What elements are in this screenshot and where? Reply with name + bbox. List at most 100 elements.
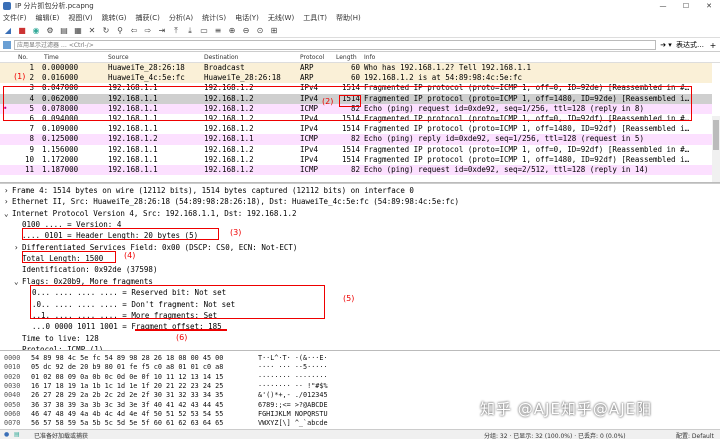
menu-view[interactable]: 视图(V) (68, 13, 92, 23)
packet-row[interactable]: 10 1.172000 192.168.1.1 192.168.1.2 IPv4 1514… (0, 154, 712, 165)
column-destination[interactable]: Destination (204, 54, 238, 61)
packet-protocol: IPv4 (300, 124, 319, 134)
menu-edit[interactable]: 编辑(E) (36, 13, 60, 23)
maximize-button[interactable]: ☐ (675, 0, 697, 12)
go-back-icon[interactable]: ⇦ (129, 26, 139, 36)
annotation-box-total-length (22, 251, 116, 263)
restart-capture-icon[interactable]: ◉ (31, 26, 41, 36)
hex-row[interactable]: 0070 56 57 58 59 5a 5b 5c 5d 5e 5f 60 61 … (0, 419, 720, 428)
packet-list-header: No. Time Source Destination Protocol Len… (0, 53, 720, 63)
go-last-icon[interactable]: ⤓ (185, 26, 195, 36)
display-filter-input[interactable] (14, 40, 656, 50)
close-button[interactable]: ✕ (698, 0, 720, 12)
packet-source: HuaweiTe_28:26:18 (108, 63, 185, 72)
packet-row[interactable]: 8 0.125000 192.168.1.2 192.168.1.1 ICMP 82 Ech… (0, 134, 712, 145)
menu-statistics[interactable]: 统计(S) (202, 13, 226, 23)
column-source[interactable]: Source (108, 54, 129, 61)
bookmark-filter-icon[interactable] (3, 41, 11, 49)
packet-protocol: ARP (300, 73, 314, 83)
zoom-reset-icon[interactable]: ⊙ (255, 26, 265, 36)
detail-row[interactable]: Time to live: 128 (14, 334, 99, 344)
capture-file-icon[interactable]: ▤ (14, 431, 20, 438)
colorize-icon[interactable]: ≡ (213, 26, 223, 36)
go-forward-icon[interactable]: ⇨ (143, 26, 153, 36)
detail-row[interactable]: › Ethernet II, Src: HuaweiTe_28:26:18 (54… (4, 197, 459, 207)
close-file-icon[interactable]: ✕ (87, 26, 97, 36)
menu-go[interactable]: 跳转(G) (102, 13, 127, 23)
menu-wireless[interactable]: 无线(W) (268, 13, 294, 23)
menu-telephony[interactable]: 电话(Y) (235, 13, 259, 23)
menu-analyze[interactable]: 分析(A) (169, 13, 193, 23)
menu-tools[interactable]: 工具(T) (303, 13, 327, 23)
menu-capture[interactable]: 捕获(C) (136, 13, 160, 23)
resize-columns-icon[interactable]: ⊞ (269, 26, 279, 36)
save-file-icon[interactable]: ▦ (73, 26, 83, 36)
expand-toggle-icon[interactable]: ⌄ (14, 277, 22, 286)
hex-row[interactable]: 0000 54 89 98 4c 5e fc 54 89 98 28 26 18 … (0, 354, 720, 363)
reload-icon[interactable]: ↻ (101, 26, 111, 36)
profile-label[interactable]: 配置: Default (676, 431, 714, 439)
annotation-box-flags (30, 285, 325, 319)
minimize-button[interactable]: — (652, 0, 674, 12)
zoom-out-icon[interactable]: ⊖ (241, 26, 251, 36)
expand-toggle-icon[interactable]: › (14, 243, 22, 252)
expand-toggle-icon[interactable]: ⌄ (4, 209, 12, 218)
hex-offset: 0010 (4, 363, 21, 372)
annotation-1: (1) (14, 72, 26, 81)
packet-row[interactable]: 2 0.016000 HuaweiTe_4c:5e:fc HuaweiTe_28:26… (0, 73, 712, 84)
find-packet-icon[interactable]: ⚲ (115, 26, 125, 36)
stop-capture-icon[interactable]: ■ (17, 26, 27, 36)
packet-protocol: IPv4 (300, 154, 319, 164)
packet-destination: 192.168.1.2 (204, 144, 254, 154)
zoom-in-icon[interactable]: ⊕ (227, 26, 237, 36)
apply-filter-button[interactable]: ➔ ▾ (656, 41, 676, 49)
go-first-icon[interactable]: ⤒ (171, 26, 181, 36)
detail-row[interactable]: ⌄ Internet Protocol Version 4, Src: 192.1… (4, 209, 296, 219)
hex-ascii: VWXYZ[\] ^_`abcde (258, 419, 328, 428)
add-filter-button[interactable]: + (706, 41, 720, 50)
column-no[interactable]: No. (18, 54, 28, 61)
pane-divider[interactable] (0, 183, 720, 184)
menu-help[interactable]: 帮助(H) (336, 13, 361, 23)
expand-toggle-icon[interactable]: › (4, 197, 12, 206)
packet-protocol: ICMP (300, 165, 319, 174)
hex-row[interactable]: 0030 16 17 18 19 1a 1b 1c 1d 1e 1f 20 21 … (0, 382, 720, 391)
column-info[interactable]: Info (364, 54, 375, 61)
packet-row[interactable]: 11 1.187000 192.168.1.1 192.168.1.2 ICMP 82 Ec… (0, 165, 712, 176)
hex-row[interactable]: 0020 01 02 08 09 0a 0b 0c 0d 0e 0f 10 11 … (0, 373, 720, 382)
packet-destination: 192.168.1.2 (204, 154, 254, 164)
hex-ascii: ········ ········ (258, 372, 328, 381)
packet-row[interactable]: 7 0.109000 192.168.1.1 192.168.1.2 IPv4 1514 F… (0, 124, 712, 135)
hex-offset: 0040 (4, 391, 21, 400)
hex-row[interactable]: 0010 05 dc 92 de 20 b9 80 01 fe f5 c0 a8 … (0, 363, 720, 372)
packet-length: 82 (350, 134, 360, 144)
packet-details: › Frame 4: 1514 bytes on wire (12112 bits… (0, 185, 720, 351)
autoscroll-icon[interactable]: ▭ (199, 26, 209, 36)
hex-offset: 0050 (4, 400, 21, 409)
packet-destination: 192.168.1.1 (204, 134, 254, 144)
packet-time: 0.109000 (42, 124, 79, 134)
detail-row[interactable]: ...0 0000 1011 1001 = Fragment offset: 1… (24, 322, 222, 332)
capture-options-icon[interactable]: ⚙ (45, 26, 55, 36)
annotation-5: (5) (343, 294, 355, 303)
expand-toggle-icon[interactable]: › (4, 186, 12, 195)
open-file-icon[interactable]: ▤ (59, 26, 69, 36)
detail-row[interactable]: › Frame 4: 1514 bytes on wire (12112 bits… (4, 186, 414, 196)
hex-offset: 0000 (4, 354, 21, 362)
expression-button[interactable]: 表达式… (676, 40, 706, 50)
packet-row[interactable]: 1 0.000000 HuaweiTe_28:26:18 Broadcast ARP 60… (0, 63, 712, 74)
hex-bytes: 36 37 38 39 3a 3b 3c 3d 3e 3f 40 41 42 4… (31, 400, 224, 409)
start-capture-icon[interactable]: ◢ (3, 26, 13, 36)
status-icon[interactable]: ● (4, 431, 9, 438)
packet-list-scrollbar[interactable] (712, 116, 720, 182)
go-to-packet-icon[interactable]: ⇥ (157, 26, 167, 36)
detail-row[interactable]: Protocol: ICMP (1) (14, 345, 103, 350)
column-protocol[interactable]: Protocol (300, 54, 324, 61)
detail-row[interactable]: Identification: 0x92de (37598) (14, 265, 157, 275)
packet-info: 192.168.1.2 is at 54:89:98:4c:5e:fc (364, 73, 523, 83)
packet-row[interactable]: 9 1.156000 192.168.1.1 192.168.1.2 IPv4 1514 F… (0, 144, 712, 155)
packet-time: 1.187000 (42, 165, 79, 174)
menu-file[interactable]: 文件(F) (3, 13, 27, 23)
column-length[interactable]: Length (336, 54, 357, 61)
column-time[interactable]: Time (44, 54, 59, 61)
